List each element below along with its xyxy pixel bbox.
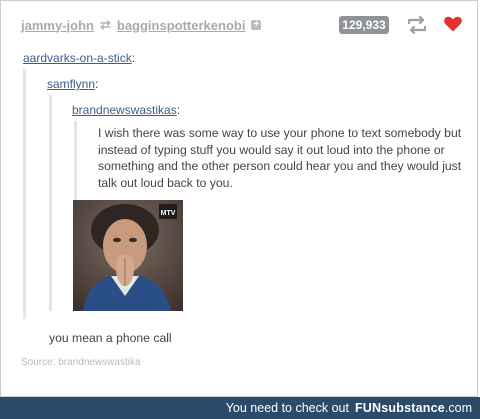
source-blog-link[interactable]: bagginspotterkenobi	[117, 18, 246, 33]
colon: :	[95, 77, 99, 91]
notes-count-badge[interactable]: 129,933	[339, 16, 389, 34]
source-link[interactable]: Source: brandnewswastika	[21, 357, 141, 368]
watermark-brand-tld: .com	[444, 401, 472, 415]
blog-link-brandnewswastikas[interactable]: brandnewswastikas	[72, 103, 177, 117]
heart-icon[interactable]	[443, 14, 463, 34]
follow-plus-icon[interactable]: +	[251, 20, 262, 30]
colon: :	[131, 51, 136, 65]
blog-link-aardvarks[interactable]: aardvarks-on-a-stick	[23, 51, 132, 65]
thread-level-2: samflynn:	[47, 75, 98, 93]
thread-level-1: aardvarks-on-a-stick:	[23, 49, 135, 67]
post-header: jammy-john ⇄ bagginspotterkenobi +	[21, 15, 262, 35]
watermark-banner: You need to check out FUN substance .com	[0, 397, 480, 419]
post-card: jammy-john ⇄ bagginspotterkenobi + 129,9…	[0, 0, 478, 397]
reblog-arrow-icon: ⇄	[99, 17, 111, 32]
reaction-photo: MTV	[73, 200, 183, 311]
mtv-logo: MTV	[161, 210, 176, 217]
watermark-brand-fun: FUN	[354, 401, 382, 415]
blog-link-samflynn[interactable]: samflynn	[47, 77, 95, 91]
quote-bar-level-3	[74, 121, 77, 207]
quote-bar-level-2	[49, 95, 52, 311]
reblogger-link[interactable]: jammy-john	[21, 18, 94, 33]
colon: :	[176, 103, 181, 117]
reply-text: you mean a phone call	[49, 331, 172, 345]
reblog-icon[interactable]	[405, 15, 429, 35]
quoted-post-text: I wish there was some way to use your ph…	[98, 126, 462, 190]
watermark-prefix: You need to check out	[225, 401, 349, 415]
thread-level-3: brandnewswastikas:	[72, 101, 180, 119]
watermark-brand-substance: substance	[381, 401, 445, 415]
quote-bar-level-1	[23, 69, 26, 319]
